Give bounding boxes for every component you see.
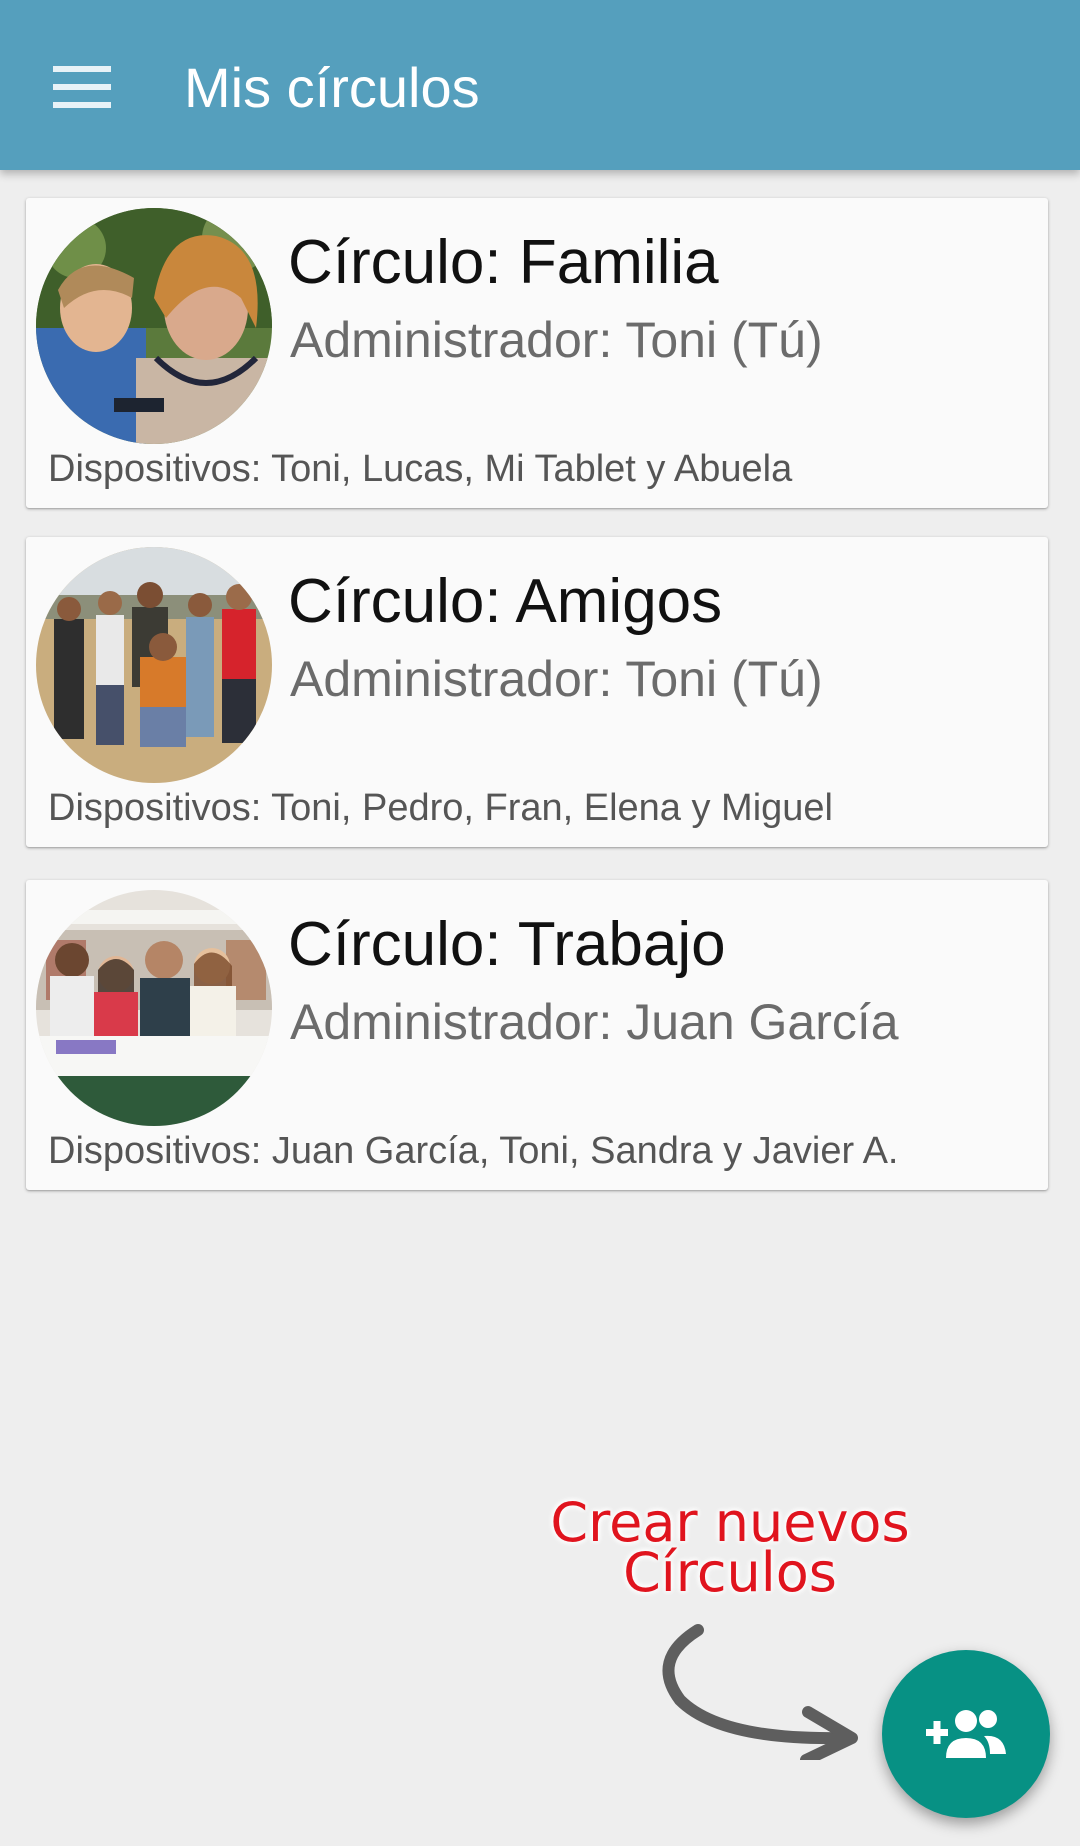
circle-devices: Dispositivos: Juan García, Toni, Sandra … (48, 1130, 899, 1172)
circle-avatar (36, 208, 272, 444)
menu-button[interactable] (40, 45, 124, 129)
circle-avatar (36, 547, 272, 783)
circle-admin: Administrador: Toni (Tú) (290, 312, 823, 368)
page-title: Mis círculos (184, 56, 480, 119)
circle-admin: Administrador: Toni (Tú) (290, 651, 823, 707)
circle-avatar (36, 890, 272, 1126)
circle-admin: Administrador: Juan García (290, 994, 899, 1050)
circle-title: Círculo: Familia (288, 228, 719, 297)
group-add-icon (926, 1710, 1006, 1758)
circle-card-familia[interactable]: Círculo: Familia Administrador: Toni (Tú… (26, 198, 1048, 508)
circle-devices: Dispositivos: Toni, Pedro, Fran, Elena y… (48, 787, 833, 829)
app-bar: Mis círculos (0, 0, 1080, 170)
friends-photo (36, 547, 272, 783)
circle-title: Círculo: Trabajo (288, 910, 726, 979)
circle-card-trabajo[interactable]: Círculo: Trabajo Administrador: Juan Gar… (26, 880, 1048, 1190)
curved-arrow-icon (662, 1624, 858, 1760)
hint-line-2: Círculos (623, 1541, 837, 1604)
coworkers-photo (36, 890, 272, 1126)
add-circle-button[interactable] (882, 1650, 1050, 1818)
family-photo (36, 208, 272, 444)
hamburger-menu-icon (53, 66, 111, 108)
circle-title: Círculo: Amigos (288, 567, 723, 636)
circle-card-amigos[interactable]: Círculo: Amigos Administrador: Toni (Tú)… (26, 537, 1048, 847)
circle-devices: Dispositivos: Toni, Lucas, Mi Tablet y A… (48, 448, 793, 490)
create-circles-hint: Crear nuevos Círculos (520, 1496, 940, 1604)
